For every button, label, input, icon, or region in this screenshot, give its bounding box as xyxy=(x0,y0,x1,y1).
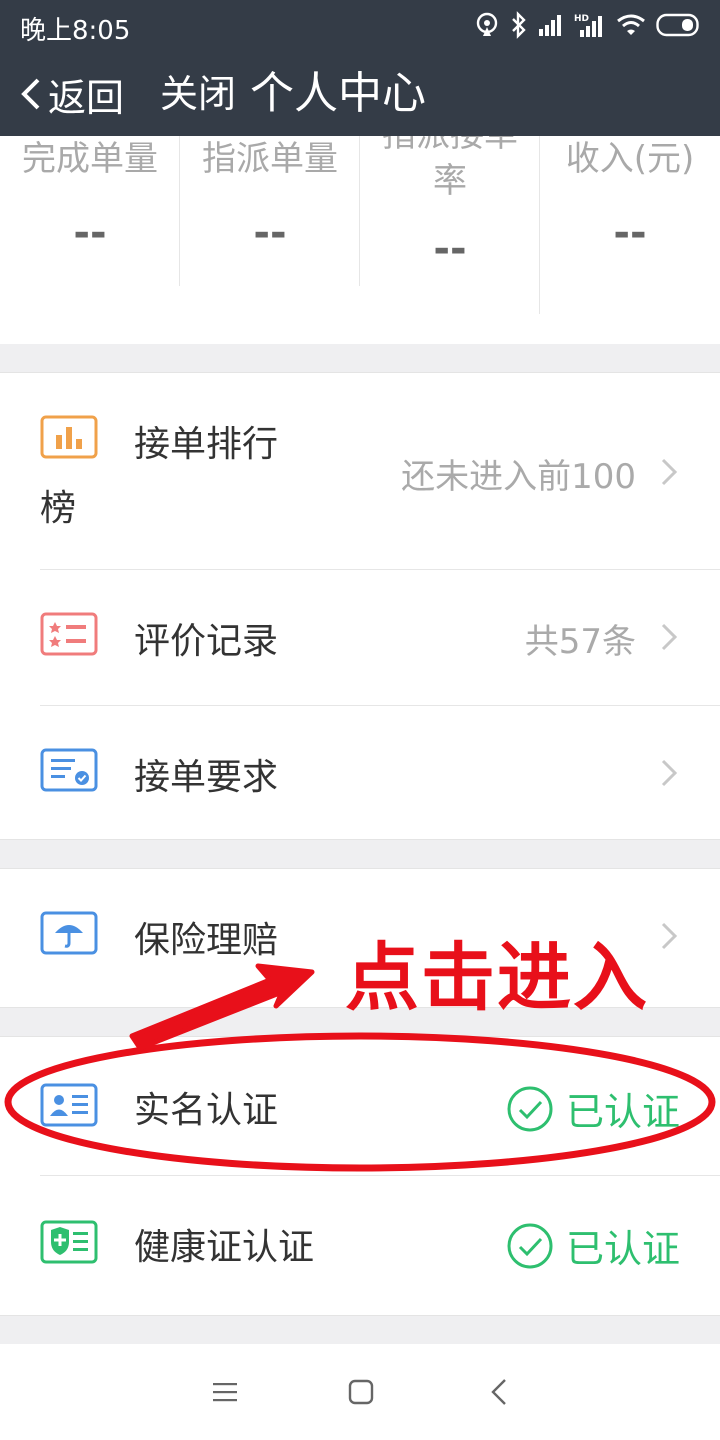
stats-panel: 完成单量 -- 指派单量 -- 指派接单 率 -- 收入(元) -- xyxy=(0,136,720,344)
check-circle-icon xyxy=(507,1223,553,1268)
page-title: 个人中心 xyxy=(250,68,426,119)
menu-item-ranking[interactable]: 接单排行 榜 还未进入前100 xyxy=(0,373,720,569)
chevron-right-icon xyxy=(661,759,678,787)
back-label: 返回 xyxy=(48,75,125,120)
stat-label: 率 xyxy=(433,161,467,201)
system-nav-bar xyxy=(0,1344,720,1440)
wifi-icon xyxy=(617,14,645,35)
menu-label: 评价记录 xyxy=(134,621,279,662)
status-time: 晚上8:05 xyxy=(20,16,131,46)
menu-label: 接单要求 xyxy=(134,757,279,798)
stat-label: 指派接单 xyxy=(360,136,540,158)
menu-group-3: 实名认证 已认证 健康证认证 已认证 xyxy=(0,1036,720,1316)
menu-label: 实名认证 xyxy=(134,1090,279,1131)
umbrella-icon xyxy=(40,911,98,955)
verified-status: 已认证 xyxy=(506,1218,680,1273)
menu-group-1: 接单排行 榜 还未进入前100 评价记录 共57条 接单要求 xyxy=(0,372,720,840)
chevron-right-icon xyxy=(661,922,678,950)
stat-value: -- xyxy=(253,210,287,256)
stat-label: 指派单量 xyxy=(202,139,338,179)
signal-hd-icon: HD xyxy=(574,14,602,37)
nav-bar: 返回 关闭 个人中心 xyxy=(0,52,720,136)
home-key-icon[interactable] xyxy=(348,1379,374,1405)
health-cert-icon xyxy=(40,1220,98,1264)
stat-assigned: 指派单量 -- xyxy=(180,136,360,256)
signal-icon-1 xyxy=(539,15,561,36)
menu-item-health-cert[interactable]: 健康证认证 已认证 xyxy=(0,1176,720,1316)
reviews-count: 共57条 xyxy=(524,622,636,662)
hotspot-icon xyxy=(476,12,498,36)
ranking-value: 还未进入前100 xyxy=(401,457,636,497)
battery-icon xyxy=(656,13,699,37)
menu-label: 保险理赔 xyxy=(134,920,279,961)
chevron-right-icon xyxy=(661,458,678,486)
back-button[interactable]: 返回 xyxy=(18,64,124,124)
menu-label: 接单排行 xyxy=(134,424,279,465)
bluetooth-icon xyxy=(512,11,526,39)
menu-label-wrap: 榜 xyxy=(40,488,77,529)
menu-item-realname[interactable]: 实名认证 已认证 xyxy=(0,1037,720,1175)
close-button[interactable]: 关闭 xyxy=(160,66,236,122)
menu-item-requirements[interactable]: 接单要求 xyxy=(0,706,720,840)
back-key-icon[interactable] xyxy=(490,1378,508,1406)
bar-chart-icon xyxy=(40,415,98,459)
menu-item-reviews[interactable]: 评价记录 共57条 xyxy=(0,570,720,705)
verified-label: 已认证 xyxy=(565,1227,680,1271)
menu-key-icon[interactable] xyxy=(212,1380,238,1404)
status-icons: HD xyxy=(474,10,702,40)
check-circle-icon xyxy=(507,1086,553,1131)
stat-value: -- xyxy=(613,210,647,256)
stat-label: 收入(元) xyxy=(565,139,695,179)
status-bar: 晚上8:05 HD xyxy=(0,0,720,52)
chevron-left-icon xyxy=(21,78,40,110)
verified-label: 已认证 xyxy=(565,1090,680,1134)
stat-value: -- xyxy=(433,226,467,272)
id-card-icon xyxy=(40,1083,98,1127)
requirements-icon xyxy=(40,748,98,792)
svg-text:HD: HD xyxy=(574,14,589,24)
menu-label: 健康证认证 xyxy=(134,1227,315,1268)
stat-income: 收入(元) -- xyxy=(540,136,720,256)
stat-label: 完成单量 xyxy=(22,139,158,179)
stat-assign-rate: 指派接单 率 -- xyxy=(360,136,540,272)
stat-completed: 完成单量 -- xyxy=(0,136,180,256)
stat-value: -- xyxy=(73,210,107,256)
annotation-click-text: 点击进入 xyxy=(345,935,649,1021)
review-list-icon xyxy=(40,612,98,656)
verified-status: 已认证 xyxy=(506,1081,680,1136)
chevron-right-icon xyxy=(661,623,678,651)
